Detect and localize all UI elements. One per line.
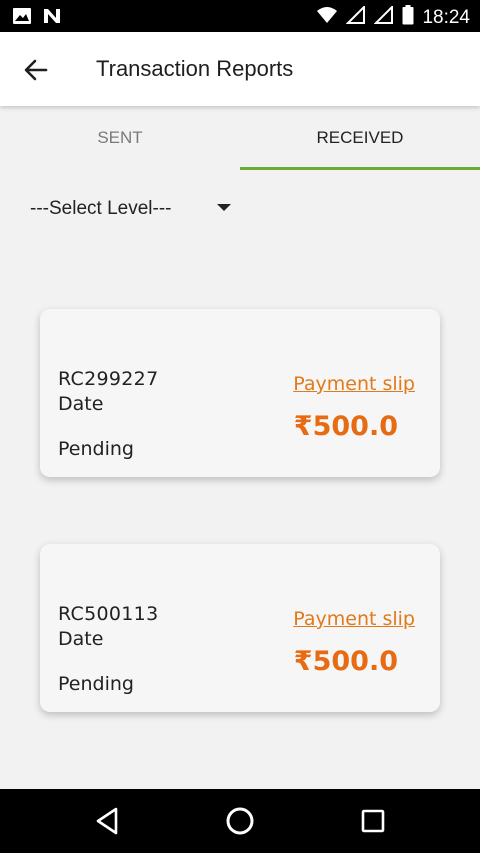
- nav-recents-button[interactable]: [357, 805, 389, 837]
- wifi-icon: [316, 6, 338, 29]
- transaction-card: RC299227 Date Pending Payment slip ₹500.…: [40, 309, 440, 477]
- home-circle-icon: [224, 807, 256, 841]
- level-select[interactable]: ---Select Level---: [30, 196, 240, 222]
- transaction-date: Date: [58, 628, 104, 650]
- transaction-ref: RC500113: [58, 603, 159, 625]
- status-bar: 18:24: [0, 0, 480, 32]
- transaction-amount: ₹500.0: [293, 411, 398, 442]
- transaction-status: Pending: [58, 438, 134, 460]
- nav-home-button[interactable]: [224, 805, 256, 837]
- recents-square-icon: [357, 809, 389, 841]
- tab-received[interactable]: RECEIVED: [240, 106, 480, 170]
- transaction-card: RC500113 Date Pending Payment slip ₹500.…: [40, 544, 440, 712]
- image-icon: [12, 7, 32, 30]
- payment-slip-link[interactable]: Payment slip: [293, 373, 415, 395]
- transaction-date: Date: [58, 393, 104, 415]
- transaction-amount: ₹500.0: [293, 646, 398, 677]
- page-title: Transaction Reports: [96, 56, 294, 81]
- n-icon: [42, 7, 62, 30]
- caret-down-icon: [217, 204, 231, 211]
- signal-icon: [346, 4, 366, 29]
- battery-icon: [402, 5, 414, 30]
- nav-back-button[interactable]: [92, 805, 124, 837]
- payment-slip-link[interactable]: Payment slip: [293, 608, 415, 630]
- status-time: 18:24: [422, 6, 470, 28]
- back-triangle-icon: [92, 807, 124, 841]
- signal-icon: [374, 4, 394, 29]
- system-nav-bar: [0, 789, 480, 853]
- tab-bar: SENT RECEIVED: [0, 106, 480, 170]
- tab-sent[interactable]: SENT: [0, 106, 240, 170]
- back-button[interactable]: [22, 56, 50, 84]
- arrow-left-icon: [22, 59, 50, 88]
- level-select-value: ---Select Level---: [30, 198, 172, 219]
- transaction-ref: RC299227: [58, 368, 159, 390]
- app-bar: Transaction Reports: [0, 32, 480, 106]
- transaction-status: Pending: [58, 673, 134, 695]
